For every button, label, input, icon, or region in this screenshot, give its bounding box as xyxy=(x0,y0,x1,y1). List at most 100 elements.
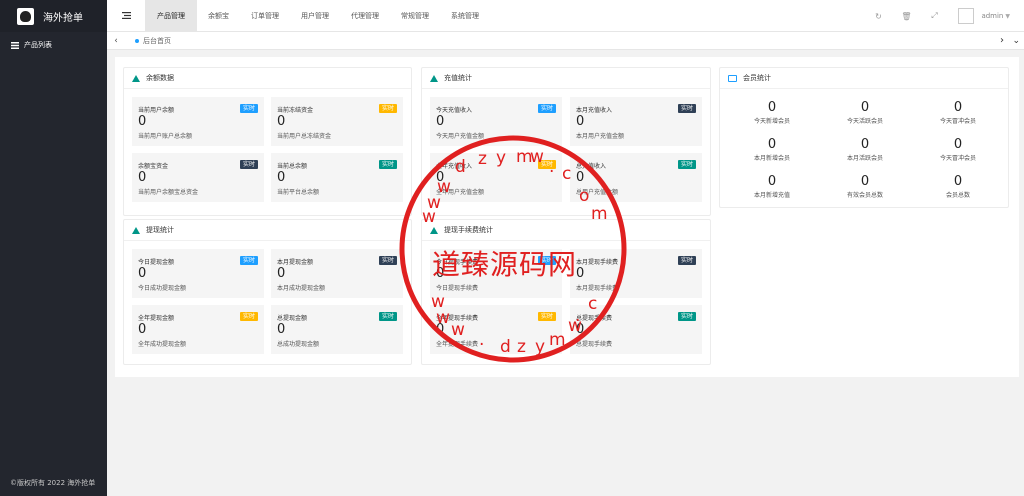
member-stat-label: 会员总数 xyxy=(945,192,970,199)
home-tab[interactable]: 后台首页 xyxy=(125,36,171,46)
warning-icon xyxy=(430,74,438,82)
home-tab-label: 后台首页 xyxy=(143,36,171,45)
header-tools: ↻ 🗑︎ ⤢ admin ▼ xyxy=(864,0,1024,32)
fullscreen-icon[interactable]: ⤢ xyxy=(920,11,948,21)
chevron-right-icon[interactable]: › xyxy=(1000,32,1004,50)
stat-desc: 总提现手续费 xyxy=(576,341,613,348)
stat-desc: 全年用户充值金额 xyxy=(436,189,485,196)
chevron-left-icon[interactable]: ‹ xyxy=(107,36,125,46)
tab-system-management[interactable]: 系统管理 xyxy=(440,0,490,32)
card-icon xyxy=(728,74,737,82)
member-stat-value: 0 xyxy=(767,100,777,115)
tab-order-management[interactable]: 订单管理 xyxy=(240,0,290,32)
trash-icon[interactable]: 🗑︎ xyxy=(892,12,920,21)
avatar[interactable] xyxy=(958,8,975,24)
stat-card: 当前用户余额 实时 0 当前用户账户总余额 xyxy=(132,97,264,146)
member-stat-label: 本月活跃会员 xyxy=(846,155,883,162)
stat-label: 全年提现手续费 xyxy=(436,315,479,322)
member-stat: 0 今天冒冲会员 xyxy=(913,101,1003,126)
menu-toggle-button[interactable] xyxy=(107,0,145,32)
stat-label: 总充值收入 xyxy=(576,163,607,170)
sidebar-item-product-list[interactable]: 产品列表 xyxy=(0,32,107,58)
stat-card: 全年提现手续费 实时 0 全年提现手续费 xyxy=(430,305,562,354)
stat-value: 0 xyxy=(277,114,286,129)
member-stat: 0 今天冒冲会员 xyxy=(913,138,1003,163)
stat-value: 0 xyxy=(138,114,147,129)
user-menu[interactable]: admin ▼ xyxy=(981,12,1010,20)
chevron-down-icon[interactable]: ⌄ xyxy=(1012,32,1020,50)
menu-icon xyxy=(121,12,131,19)
tab-user-management[interactable]: 用户管理 xyxy=(290,0,340,32)
member-stat-label: 有效会员总数 xyxy=(846,192,883,199)
member-stat-label: 今天冒冲会员 xyxy=(939,155,976,162)
list-icon xyxy=(11,41,19,49)
warning-icon xyxy=(132,226,140,234)
status-badge: 实时 xyxy=(677,104,696,113)
stat-value: 0 xyxy=(436,114,445,129)
tab-product-management[interactable]: 产品管理 xyxy=(145,0,197,32)
stat-label: 总提现金额 xyxy=(277,315,308,322)
stat-label: 当前用户余额 xyxy=(138,107,175,114)
stat-card: 总提现金额 实时 0 总成功提现金额 xyxy=(271,305,403,354)
chevron-down-icon: ▼ xyxy=(1005,13,1010,20)
logo-text: 海外抢单 xyxy=(43,12,83,24)
stat-card: 全年充值收入 实时 0 全年用户充值金额 xyxy=(430,153,562,202)
member-stat: 0 会员总数 xyxy=(913,175,1003,200)
stat-label: 本月提现金额 xyxy=(277,259,314,266)
status-badge: 实时 xyxy=(537,104,556,113)
panel-title: 余额数据 xyxy=(146,74,174,82)
member-stat-label: 今天冒冲会员 xyxy=(939,118,976,125)
stat-label: 今天充值收入 xyxy=(436,107,473,114)
panel-title: 会员统计 xyxy=(743,74,771,82)
stat-label: 全年充值收入 xyxy=(436,163,473,170)
sidebar: 海外抢单 产品列表 ©版权所有 2022 海外抢单 xyxy=(0,0,107,496)
stat-value: 0 xyxy=(576,170,585,185)
copyright: ©版权所有 2022 海外抢单 xyxy=(10,479,96,487)
stat-card: 本月提现手续费 实时 0 本月提现手续费 xyxy=(570,249,702,298)
warning-icon xyxy=(430,226,438,234)
status-badge: 实时 xyxy=(239,104,258,113)
stat-desc: 今日提现手续费 xyxy=(436,285,479,292)
panel-title: 提现手续费统计 xyxy=(444,226,493,234)
stat-desc: 本月提现手续费 xyxy=(576,285,619,292)
member-stat-label: 本月新增充值 xyxy=(753,192,790,199)
stat-value: 0 xyxy=(576,266,585,281)
logo[interactable]: 海外抢单 xyxy=(0,0,107,32)
panel-header: 充值统计 xyxy=(422,68,710,89)
stat-desc: 当前用户总冻结资金 xyxy=(277,133,332,140)
stat-desc: 当前平台总余额 xyxy=(277,189,320,196)
stat-desc: 全年提现手续费 xyxy=(436,341,479,348)
member-stat-label: 今天新增会员 xyxy=(753,118,790,125)
tab-agent-management[interactable]: 代理管理 xyxy=(340,0,390,32)
stat-card: 余额宝资金 实时 0 当前用户余额宝总资金 xyxy=(132,153,264,202)
recharge-panel: 充值统计 今天充值收入 实时 0 今天用户充值金额 本月充值收入 实时 0 本月… xyxy=(421,67,711,216)
member-stat-value: 0 xyxy=(860,100,870,115)
member-stat-label: 本月新增会员 xyxy=(753,155,790,162)
stat-desc: 本月用户充值金额 xyxy=(576,133,625,140)
stat-value: 0 xyxy=(277,266,286,281)
stat-desc: 当前用户账户总余额 xyxy=(138,133,193,140)
stat-card: 总提现手续费 实时 0 总提现手续费 xyxy=(570,305,702,354)
panel-header: 提现统计 xyxy=(124,220,411,241)
tab-yuebao[interactable]: 余额宝 xyxy=(197,0,240,32)
panel-header: 会员统计 xyxy=(720,68,1008,89)
balance-panel: 余额数据 当前用户余额 实时 0 当前用户账户总余额 当前冻结资金 实时 0 当… xyxy=(123,67,412,216)
stat-value: 0 xyxy=(436,322,445,337)
logo-icon xyxy=(17,7,34,25)
tab-general-management[interactable]: 常规管理 xyxy=(390,0,440,32)
stat-desc: 今天用户充值金额 xyxy=(436,133,485,140)
member-stat-value: 0 xyxy=(767,137,777,152)
stat-label: 本月充值收入 xyxy=(576,107,613,114)
warning-icon xyxy=(132,74,140,82)
status-badge: 实时 xyxy=(537,312,556,321)
watermark-text: 道臻源码网 xyxy=(432,248,578,281)
stat-desc: 今日成功提现金额 xyxy=(138,285,187,292)
refresh-icon[interactable]: ↻ xyxy=(864,12,892,21)
member-stat-value: 0 xyxy=(767,174,777,189)
member-stat-label: 今天活跃会员 xyxy=(846,118,883,125)
stat-card: 本月充值收入 实时 0 本月用户充值金额 xyxy=(570,97,702,146)
status-badge: 实时 xyxy=(537,160,556,169)
stat-desc: 全年成功提现金额 xyxy=(138,341,187,348)
member-stat-value: 0 xyxy=(860,137,870,152)
stat-desc: 总用户充值金额 xyxy=(576,189,619,196)
